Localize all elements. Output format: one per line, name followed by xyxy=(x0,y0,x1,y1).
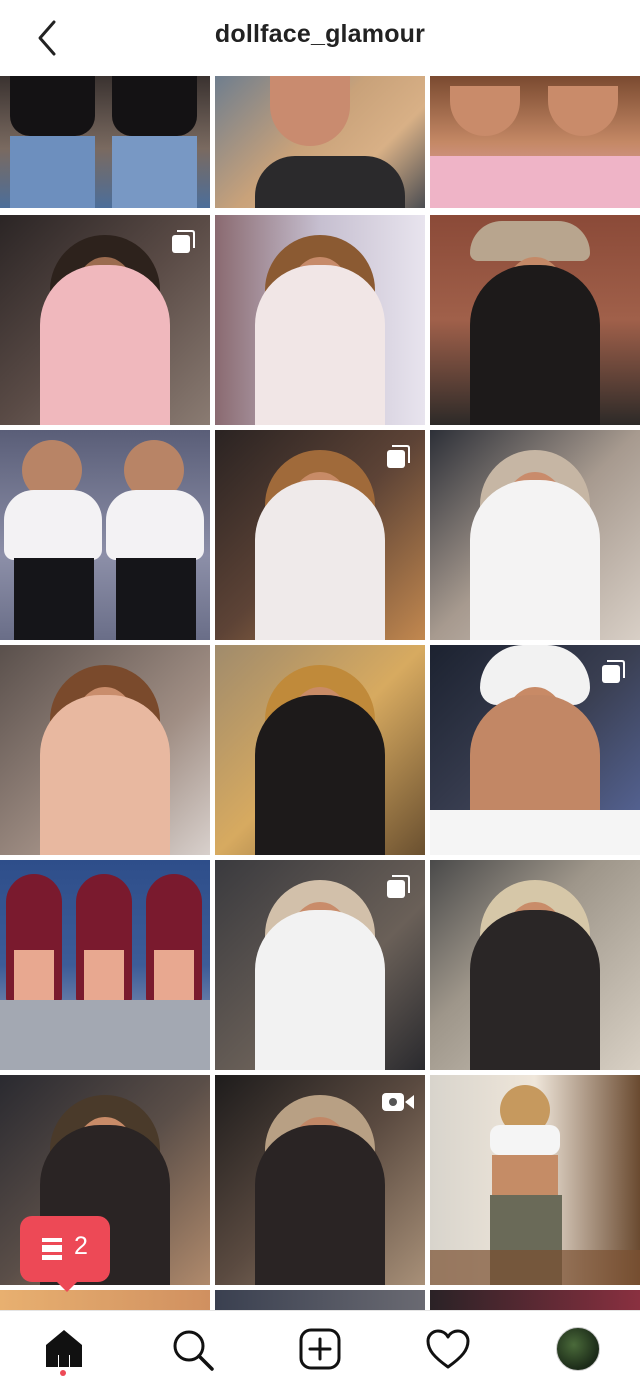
home-active-indicator xyxy=(60,1370,66,1376)
notification-count: 2 xyxy=(74,1232,88,1260)
post-thumbnail[interactable] xyxy=(430,430,640,640)
carousel-icon xyxy=(602,660,625,683)
search-icon[interactable] xyxy=(168,1325,216,1373)
carousel-icon xyxy=(387,445,410,468)
post-thumbnail[interactable] xyxy=(0,430,210,640)
post-thumbnail[interactable] xyxy=(215,215,425,425)
video-icon xyxy=(382,1093,414,1111)
profile-avatar[interactable] xyxy=(556,1327,600,1371)
post-thumbnail[interactable] xyxy=(430,860,640,1070)
post-thumbnail[interactable] xyxy=(0,76,210,208)
activity-notification-bubble[interactable]: 2 xyxy=(20,1216,110,1292)
photo-grid xyxy=(0,76,640,1310)
post-thumbnail[interactable] xyxy=(215,645,425,855)
home-icon[interactable] xyxy=(40,1325,88,1373)
page-title: dollface_glamour xyxy=(214,20,426,48)
post-thumbnail[interactable] xyxy=(430,76,640,208)
post-thumbnail[interactable] xyxy=(430,1075,640,1285)
post-thumbnail[interactable] xyxy=(215,1075,425,1285)
post-thumbnail[interactable] xyxy=(215,430,425,640)
carousel-icon xyxy=(172,230,195,253)
post-thumbnail[interactable] xyxy=(430,215,640,425)
heart-icon[interactable] xyxy=(424,1325,472,1373)
post-thumbnail[interactable] xyxy=(430,645,640,855)
top-header: dollface_glamour xyxy=(0,0,640,76)
post-thumbnail[interactable] xyxy=(215,76,425,208)
carousel-icon xyxy=(387,875,410,898)
add-post-icon[interactable] xyxy=(296,1325,344,1373)
post-thumbnail[interactable] xyxy=(0,645,210,855)
post-thumbnail[interactable] xyxy=(0,1290,210,1310)
posts-notification-icon xyxy=(42,1238,62,1260)
post-thumbnail[interactable] xyxy=(215,860,425,1070)
post-thumbnail[interactable] xyxy=(0,215,210,425)
bottom-tab-bar xyxy=(0,1310,640,1387)
post-thumbnail[interactable] xyxy=(430,1290,640,1310)
post-thumbnail[interactable] xyxy=(215,1290,425,1310)
post-thumbnail[interactable] xyxy=(0,860,210,1070)
